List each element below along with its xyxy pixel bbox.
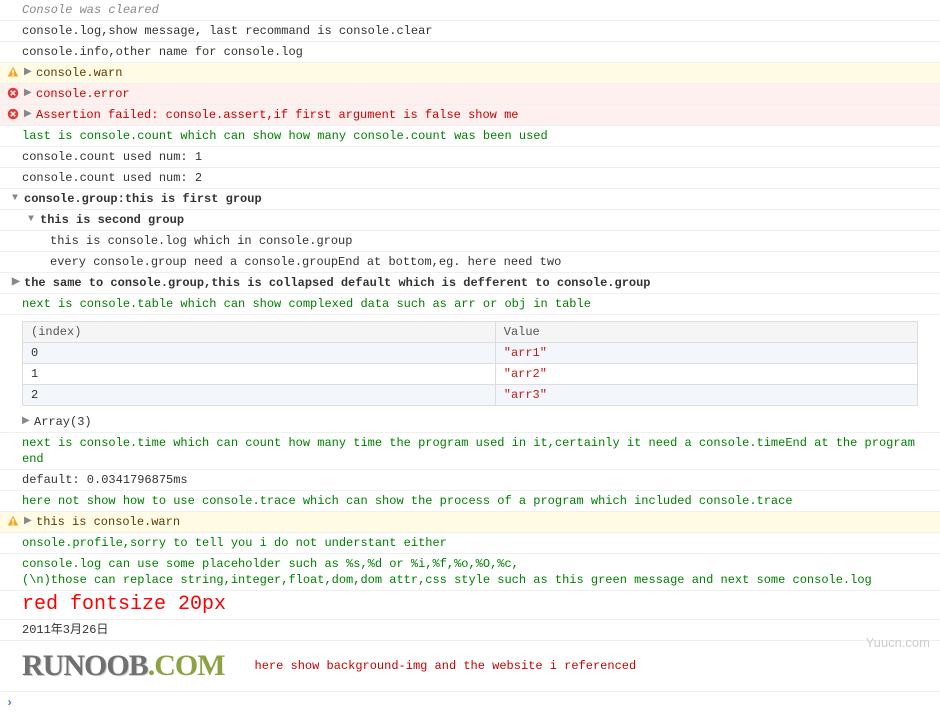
text: next is console.table which can show com…	[22, 296, 591, 312]
logo-part2: .COM	[148, 649, 225, 683]
text: this is console.log which in console.gro…	[50, 233, 352, 249]
text: 2011年3月26日	[22, 622, 108, 638]
text: console.group:this is first group	[24, 191, 262, 207]
log-green: onsole.profile,sorry to tell you i do no…	[0, 533, 940, 554]
group-header-2[interactable]: ▼ this is second group	[0, 210, 940, 231]
expand-icon[interactable]: ▶	[12, 275, 22, 291]
cell-idx: 2	[23, 385, 496, 406]
text: onsole.profile,sorry to tell you i do no…	[22, 535, 447, 551]
cell-val: "arr3"	[495, 385, 917, 406]
table-row: 0"arr1"	[23, 343, 918, 364]
group-log: every console.group need a console.group…	[0, 252, 940, 273]
text: last is console.count which can show how…	[22, 128, 548, 144]
warn-row[interactable]: ▶ console.warn	[0, 63, 940, 84]
count-row: console.count used num: 1	[0, 147, 940, 168]
cell-val: "arr2"	[495, 364, 917, 385]
warn-row[interactable]: ▶ this is console.warn	[0, 512, 940, 533]
runoob-logo: RUNOOB.COM	[22, 649, 225, 683]
expand-icon[interactable]: ▶	[24, 65, 34, 81]
text: the same to console.group,this is collap…	[24, 275, 651, 291]
logo-caption: here show background-img and the website…	[255, 659, 637, 673]
error-row[interactable]: ▶ console.error	[0, 84, 940, 105]
console-cleared: Console was cleared	[0, 0, 940, 21]
log-green: here not show how to use console.trace w…	[0, 491, 940, 512]
info-row: console.info,other name for console.log	[0, 42, 940, 63]
expand-icon[interactable]: ▼	[28, 212, 38, 228]
text: this is console.warn	[36, 514, 180, 530]
expand-icon[interactable]: ▼	[12, 191, 22, 207]
th-value[interactable]: Value	[495, 322, 917, 343]
text: console.warn	[36, 65, 122, 81]
text: Assertion failed: console.assert,if firs…	[36, 107, 518, 123]
text: here not show how to use console.trace w…	[22, 493, 793, 509]
expand-icon[interactable]: ▶	[24, 86, 34, 102]
text: every console.group need a console.group…	[50, 254, 561, 270]
text: console.log,show message, last recommand…	[22, 23, 432, 39]
text: console.log can use some placeholder suc…	[22, 556, 934, 572]
console-prompt[interactable]	[0, 692, 940, 714]
array-summary[interactable]: ▶ Array(3)	[0, 412, 940, 433]
logo-row: RUNOOB.COM here show background-img and …	[0, 641, 940, 692]
expand-icon[interactable]: ▶	[24, 514, 34, 530]
text: console.error	[36, 86, 130, 102]
error-icon	[6, 107, 20, 121]
expand-icon[interactable]: ▶	[22, 414, 32, 430]
time-row: default: 0.0341796875ms	[0, 470, 940, 491]
assert-row[interactable]: ▶ Assertion failed: console.assert,if fi…	[0, 105, 940, 126]
table-row: 2"arr3"	[23, 385, 918, 406]
expand-icon[interactable]: ▶	[24, 107, 34, 123]
log-green: console.log can use some placeholder suc…	[0, 554, 940, 591]
table-row: 1"arr2"	[23, 364, 918, 385]
console-table: (index) Value 0"arr1" 1"arr2" 2"arr3"	[22, 321, 918, 406]
error-icon	[6, 86, 20, 100]
text: red fontsize 20px	[22, 593, 226, 617]
text: console.count used num: 2	[22, 170, 202, 186]
log-row: console.log,show message, last recommand…	[0, 21, 940, 42]
date-row: 2011年3月26日	[0, 620, 940, 641]
text: next is console.time which can count how…	[22, 435, 934, 467]
text: Console was cleared	[22, 2, 159, 18]
text: this is second group	[40, 212, 184, 228]
logo-part1: RUNOOB	[22, 649, 148, 683]
log-green: last is console.count which can show how…	[0, 126, 940, 147]
text: Array(3)	[34, 414, 92, 430]
log-green: next is console.time which can count how…	[0, 433, 940, 470]
text: (\n)those can replace string,integer,flo…	[22, 572, 934, 588]
collapsed-group[interactable]: ▶ the same to console.group,this is coll…	[0, 273, 940, 294]
styled-log: red fontsize 20px	[0, 591, 940, 620]
th-index[interactable]: (index)	[23, 322, 496, 343]
log-green: next is console.table which can show com…	[0, 294, 940, 315]
cell-idx: 1	[23, 364, 496, 385]
warn-icon	[6, 514, 20, 528]
text: console.info,other name for console.log	[22, 44, 303, 60]
text: default: 0.0341796875ms	[22, 472, 188, 488]
watermark: Yuucn.com	[866, 635, 930, 650]
group-header-1[interactable]: ▼ console.group:this is first group	[0, 189, 940, 210]
count-row: console.count used num: 2	[0, 168, 940, 189]
cell-idx: 0	[23, 343, 496, 364]
warn-icon	[6, 65, 20, 79]
cell-val: "arr1"	[495, 343, 917, 364]
text: console.count used num: 1	[22, 149, 202, 165]
group-log: this is console.log which in console.gro…	[0, 231, 940, 252]
